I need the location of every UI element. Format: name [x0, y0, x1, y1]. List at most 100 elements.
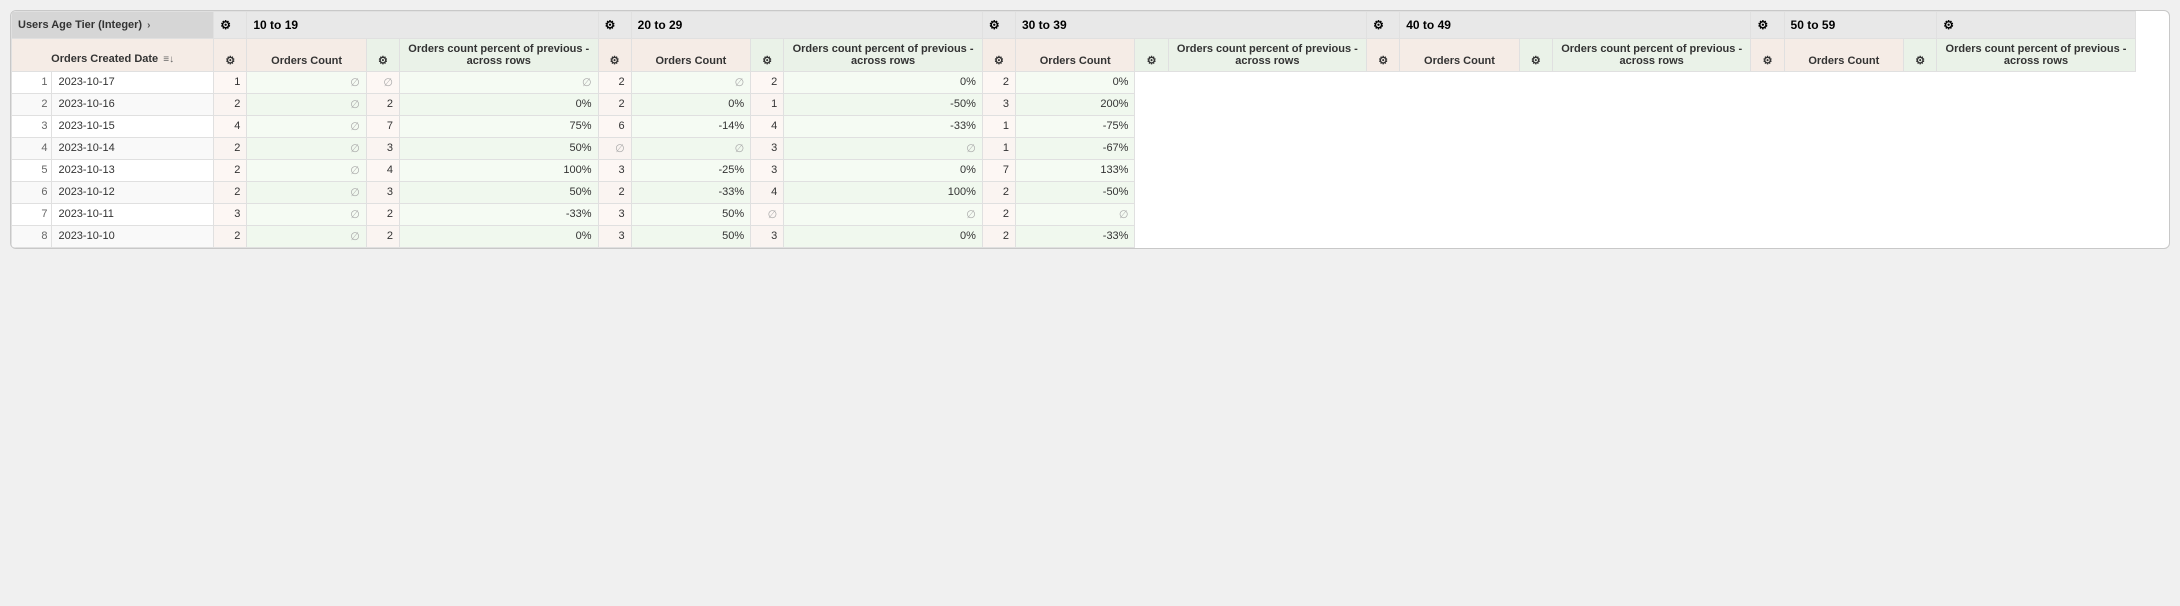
cell-t3-pct: 0% — [631, 94, 751, 116]
chevron-icon: › — [147, 20, 150, 31]
cell-t2-count: 3 — [366, 138, 399, 160]
cell-t5-count: 2 — [982, 226, 1015, 248]
cell-t1-count: 2 — [214, 182, 247, 204]
col-gear-t4-count[interactable]: ⚙ — [1367, 39, 1400, 72]
cell-t5-count: 7 — [982, 160, 1015, 182]
gear-col-t1-0[interactable]: ⚙ — [214, 12, 247, 39]
col-header-date: Orders Created Date ≡↓ — [12, 39, 214, 72]
row-date: 2023-10-13 — [52, 160, 214, 182]
col-gear-t2-count[interactable]: ⚙ — [598, 39, 631, 72]
row-dimension-label: Users Age Tier (Integer) — [18, 19, 142, 31]
gear-icon[interactable]: ⚙ — [610, 55, 620, 67]
cell-t2-count: 7 — [366, 116, 399, 138]
cell-t3-count: 2 — [598, 72, 631, 94]
cell-t2-pct: 100% — [399, 160, 598, 182]
col-header-t3-pct: Orders count percent of previous - acros… — [1168, 39, 1367, 72]
col-header-t4-count: Orders Count — [1400, 39, 1520, 72]
cell-t2-pct: ∅ — [399, 72, 598, 94]
cell-t3-pct: -33% — [631, 182, 751, 204]
pivot-table: Users Age Tier (Integer) › ⚙ 10 to 19 ⚙ — [10, 10, 2170, 249]
gear-col-t3-1[interactable]: ⚙ — [1367, 12, 1400, 39]
cell-t5-count: 2 — [982, 182, 1015, 204]
row-date: 2023-10-11 — [52, 204, 214, 226]
gear-col-t5-1[interactable]: ⚙ — [1937, 12, 2136, 39]
gear-icon[interactable]: ⚙ — [220, 18, 231, 32]
gear-icon[interactable]: ⚙ — [1531, 55, 1541, 67]
cell-t3-count: ∅ — [598, 138, 631, 160]
table-row: 7 2023-10-11 3 ∅ 2 -33% 3 50% ∅ ∅ 2 ∅ — [12, 204, 2169, 226]
gear-icon[interactable]: ⚙ — [605, 18, 616, 32]
cell-t3-count: 3 — [598, 160, 631, 182]
cell-t1-count: 4 — [214, 116, 247, 138]
gear-icon[interactable]: ⚙ — [1943, 18, 1954, 32]
gear-icon[interactable]: ⚙ — [1147, 55, 1157, 67]
col-gear-t5-count[interactable]: ⚙ — [1751, 39, 1784, 72]
cell-t4-count: 3 — [751, 160, 784, 182]
cell-t1-count: 2 — [214, 94, 247, 116]
row-date: 2023-10-17 — [52, 72, 214, 94]
row-index: 3 — [12, 116, 52, 138]
tier-header-40-49: 40 to 49 — [1400, 12, 1751, 39]
gear-icon[interactable]: ⚙ — [1378, 55, 1388, 67]
gear-icon[interactable]: ⚙ — [378, 55, 388, 67]
col-gear-t1-count[interactable]: ⚙ — [214, 39, 247, 72]
gear-col-t1-1[interactable]: ⚙ — [598, 12, 631, 39]
gear-col-t4-1[interactable]: ⚙ — [1751, 12, 1784, 39]
table-row: 8 2023-10-10 2 ∅ 2 0% 3 50% 3 0% 2 -33% — [12, 226, 2169, 248]
cell-t1-count: 1 — [214, 72, 247, 94]
cell-t3-count: 3 — [598, 226, 631, 248]
col-gear-t3-pct[interactable]: ⚙ — [1135, 39, 1168, 72]
row-index: 8 — [12, 226, 52, 248]
cell-t4-count: 4 — [751, 182, 784, 204]
cell-t4-pct: 0% — [784, 160, 983, 182]
table-row: 6 2023-10-12 2 ∅ 3 50% 2 -33% 4 100% 2 -… — [12, 182, 2169, 204]
gear-icon[interactable]: ⚙ — [1763, 55, 1773, 67]
cell-t3-pct: ∅ — [631, 138, 751, 160]
gear-icon[interactable]: ⚙ — [1915, 55, 1925, 67]
cell-t1-pct: ∅ — [247, 204, 367, 226]
cell-t3-pct: 50% — [631, 226, 751, 248]
cell-t4-pct: ∅ — [784, 138, 983, 160]
row-index: 4 — [12, 138, 52, 160]
row-dimension-header: Users Age Tier (Integer) › — [12, 12, 214, 39]
cell-t2-count: 3 — [366, 182, 399, 204]
sort-icon[interactable]: ≡↓ — [163, 54, 174, 65]
gear-icon[interactable]: ⚙ — [1757, 18, 1768, 32]
col-gear-t1-pct[interactable]: ⚙ — [366, 39, 399, 72]
cell-t2-pct: 0% — [399, 94, 598, 116]
row-index: 1 — [12, 72, 52, 94]
cell-t1-count: 2 — [214, 226, 247, 248]
gear-icon[interactable]: ⚙ — [762, 55, 772, 67]
gear-col-t2-1[interactable]: ⚙ — [982, 12, 1015, 39]
cell-t5-pct: -33% — [1015, 226, 1135, 248]
row-index: 2 — [12, 94, 52, 116]
cell-t2-pct: 50% — [399, 182, 598, 204]
row-date: 2023-10-15 — [52, 116, 214, 138]
cell-t5-pct: ∅ — [1015, 204, 1135, 226]
gear-icon[interactable]: ⚙ — [225, 55, 235, 67]
row-date: 2023-10-16 — [52, 94, 214, 116]
gear-icon[interactable]: ⚙ — [994, 55, 1004, 67]
row-date: 2023-10-10 — [52, 226, 214, 248]
cell-t3-count: 3 — [598, 204, 631, 226]
cell-t2-pct: 0% — [399, 226, 598, 248]
cell-t3-count: 6 — [598, 116, 631, 138]
cell-t1-pct: ∅ — [247, 138, 367, 160]
cell-t5-pct: -75% — [1015, 116, 1135, 138]
cell-t2-count: ∅ — [366, 72, 399, 94]
cell-t1-count: 2 — [214, 138, 247, 160]
col-gear-t4-pct[interactable]: ⚙ — [1519, 39, 1552, 72]
gear-icon[interactable]: ⚙ — [1373, 18, 1384, 32]
col-header-t5-pct: Orders count percent of previous - acros… — [1937, 39, 2136, 72]
gear-icon[interactable]: ⚙ — [989, 18, 1000, 32]
table-row: 4 2023-10-14 2 ∅ 3 50% ∅ ∅ 3 ∅ 1 -67% — [12, 138, 2169, 160]
cell-t2-count: 4 — [366, 160, 399, 182]
tier-header-50-59: 50 to 59 — [1784, 12, 1937, 39]
table-row: 5 2023-10-13 2 ∅ 4 100% 3 -25% 3 0% 7 13… — [12, 160, 2169, 182]
cell-t3-count: 2 — [598, 94, 631, 116]
col-gear-t3-count[interactable]: ⚙ — [982, 39, 1015, 72]
cell-t4-count: 3 — [751, 226, 784, 248]
col-gear-t2-pct[interactable]: ⚙ — [751, 39, 784, 72]
cell-t2-pct: 75% — [399, 116, 598, 138]
col-gear-t5-pct[interactable]: ⚙ — [1904, 39, 1937, 72]
